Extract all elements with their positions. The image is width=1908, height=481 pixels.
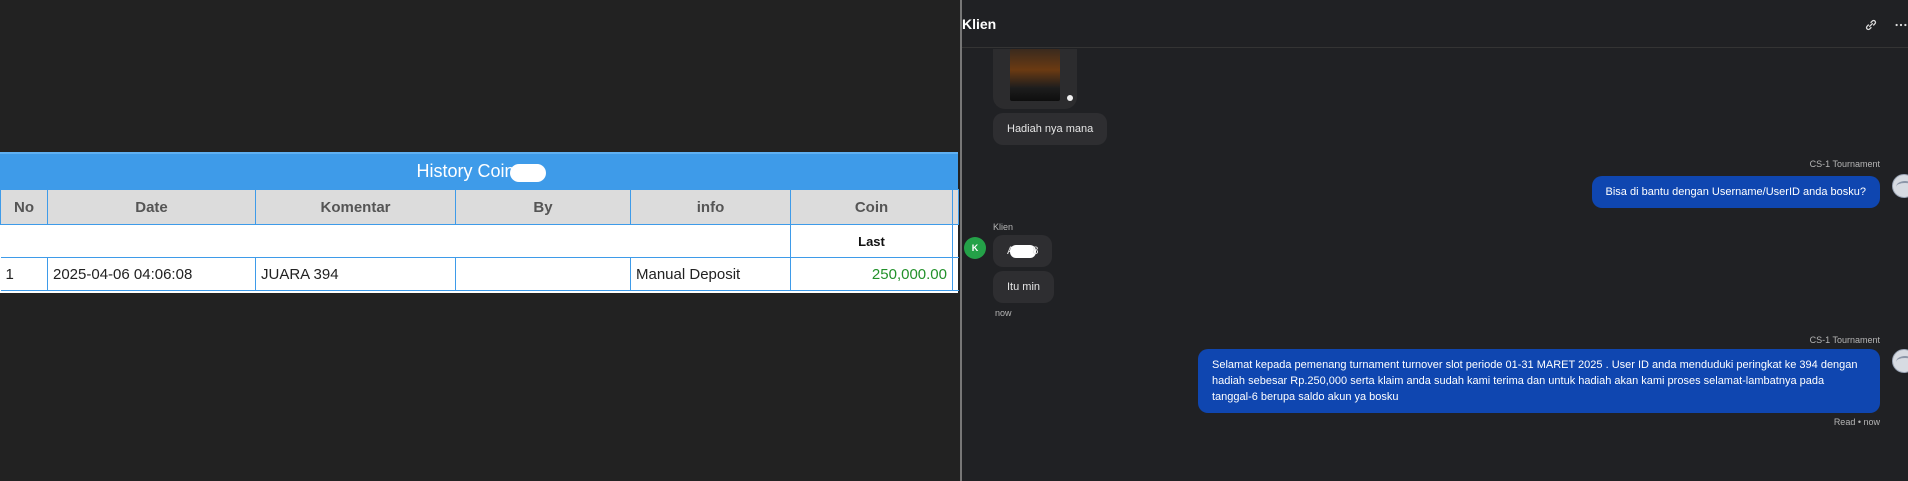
read-status: Read • now	[1833, 417, 1880, 427]
cell-no: 1	[0, 257, 48, 291]
agent-avatar-2	[1892, 349, 1908, 373]
redaction-mask	[509, 163, 546, 182]
col-header-no[interactable]: No	[0, 189, 48, 225]
cell-komentar: JUARA 394	[255, 257, 456, 291]
table-title: History Coin a8	[0, 152, 958, 189]
client-avatar: K	[964, 237, 986, 259]
message-in-hadiah[interactable]: Hadiah nya mana	[993, 113, 1108, 145]
cell-coin: 250,000.00	[790, 257, 953, 291]
cell-extra	[952, 257, 959, 291]
left-pane: History Coin a8 No Date Komentar By info…	[0, 0, 960, 481]
history-coin-table: History Coin a8 No Date Komentar By info…	[0, 152, 959, 293]
col-header-coin[interactable]: Coin	[790, 189, 953, 225]
more-icon[interactable]	[1894, 18, 1908, 32]
table-row[interactable]: 1 2025-04-06 04:06:08 JUARA 394 Manual D…	[0, 257, 959, 291]
message-in-itu-min[interactable]: Itu min	[993, 271, 1055, 303]
col-header-komentar[interactable]: Komentar	[255, 189, 456, 225]
sub-header-row: Last	[1, 224, 959, 258]
agent-name-2: CS-1 Tournament	[1809, 335, 1880, 345]
chat-pane: Klien Hadiah nya mana CS-1 Tournament Bi…	[962, 0, 1908, 481]
cell-by	[455, 257, 631, 291]
image-attachment[interactable]	[993, 49, 1077, 109]
message-list[interactable]: Hadiah nya mana CS-1 Tournament Bisa di …	[962, 49, 1908, 481]
client-name: Klien	[993, 222, 1014, 232]
sub-header-last: Last	[790, 224, 953, 258]
col-header-by[interactable]: By	[455, 189, 631, 225]
link-icon[interactable]	[1864, 18, 1878, 32]
cell-date: 2025-04-06 04:06:08	[47, 257, 256, 291]
chat-header: Klien	[962, 0, 1908, 48]
cell-info: Manual Deposit	[630, 257, 791, 291]
image-dot	[1067, 95, 1073, 101]
image-preview	[1010, 49, 1060, 101]
message-in-userid[interactable]: A8	[993, 235, 1053, 267]
message-out-username[interactable]: Bisa di bantu dengan Username/UserID and…	[1591, 176, 1880, 208]
col-header-extra	[952, 189, 959, 225]
col-header-date[interactable]: Date	[47, 189, 256, 225]
agent-name: CS-1 Tournament	[1809, 159, 1880, 169]
history-table: No Date Komentar By info Coin Last 1 202…	[0, 189, 959, 291]
message-out-winner[interactable]: Selamat kepada pemenang turnament turnov…	[1198, 349, 1880, 413]
chat-title: Klien	[962, 15, 997, 32]
userid-suffix: 8	[1032, 245, 1039, 257]
message-time: now	[995, 308, 1012, 318]
agent-avatar	[1892, 174, 1908, 198]
col-header-info[interactable]: info	[630, 189, 791, 225]
header-actions	[1864, 18, 1908, 32]
